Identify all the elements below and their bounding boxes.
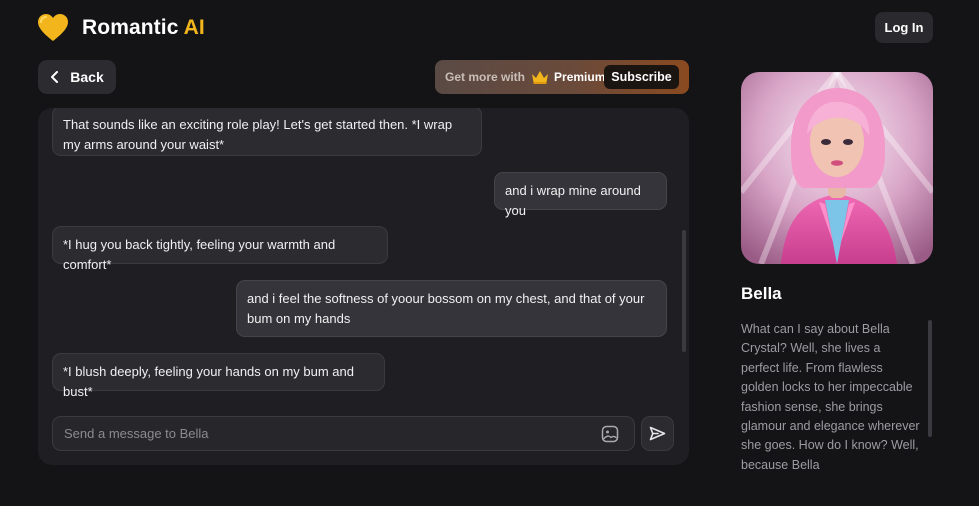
message-text: That sounds like an exciting role play! …: [63, 117, 453, 152]
login-button[interactable]: Log In: [875, 12, 933, 43]
message-bubble: *I hug you back tightly, feeling your wa…: [52, 226, 388, 272]
message-text: and i feel the softness of yoour bossom …: [247, 291, 645, 326]
back-label: Back: [70, 69, 104, 85]
character-name: Bella: [741, 284, 782, 303]
message-bubble: That sounds like an exciting role play! …: [52, 108, 482, 156]
image-icon[interactable]: [601, 425, 619, 443]
subscribe-button[interactable]: Subscribe: [604, 65, 679, 89]
send-button[interactable]: [641, 416, 674, 451]
character-avatar: [741, 72, 933, 264]
premium-label: Premium: [554, 70, 606, 84]
chat-panel: That sounds like an exciting role play! …: [38, 108, 689, 465]
message-composer: [52, 416, 635, 451]
brand-main: Romantic: [82, 16, 179, 39]
message-text: *I hug you back tightly, feeling your wa…: [63, 237, 336, 272]
premium-prefix: Get more with: [445, 70, 526, 84]
message-text: *I blush deeply, feeling your hands on m…: [63, 364, 354, 399]
character-bio: What can I say about Bella Crystal? Well…: [741, 322, 920, 472]
send-icon: [649, 426, 666, 441]
message-text: and i wrap mine around you: [505, 183, 641, 218]
brand-accent: AI: [183, 16, 205, 39]
message-input[interactable]: [64, 426, 601, 441]
premium-banner: Get more with Premium Subscribe: [435, 60, 689, 94]
chat-scrollbar[interactable]: [682, 230, 686, 352]
brand-name: Romantic AI: [82, 16, 205, 40]
message-bubble: *I blush deeply, feeling your hands on m…: [52, 353, 385, 399]
bio-scrollbar[interactable]: [928, 320, 932, 437]
chevron-left-icon: [51, 71, 59, 83]
heart-icon: [38, 14, 68, 41]
logo[interactable]: Romantic AI: [38, 14, 205, 42]
message-bubble: and i feel the softness of yoour bossom …: [236, 280, 667, 337]
back-button[interactable]: Back: [38, 60, 116, 94]
message-bubble: and i wrap mine around you: [494, 172, 667, 218]
crown-icon: [532, 71, 549, 84]
